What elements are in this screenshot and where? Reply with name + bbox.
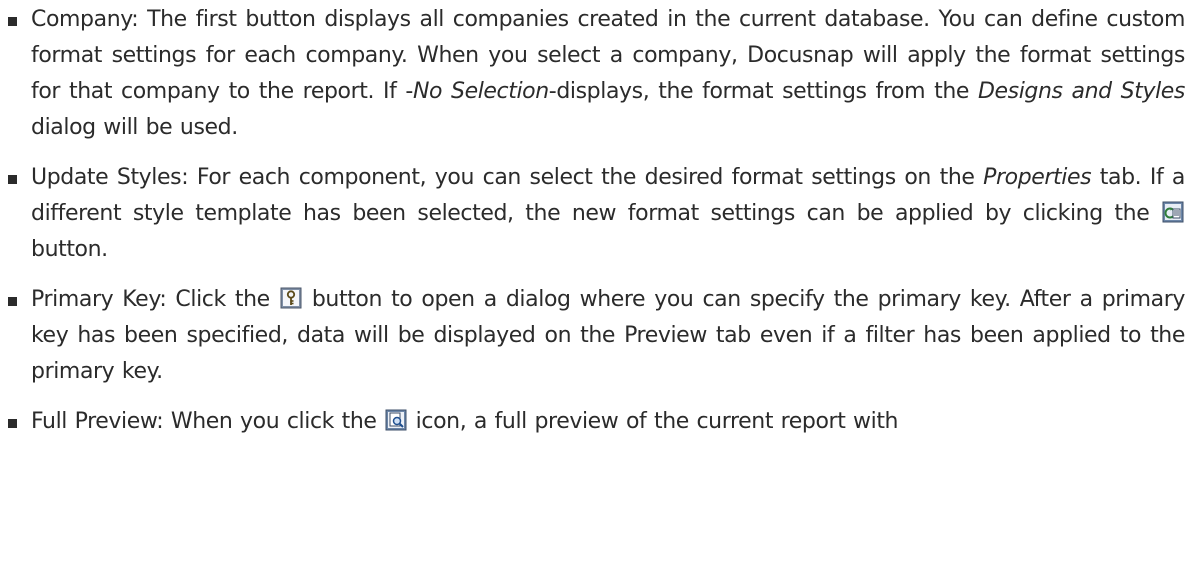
list-item-primary-key: Primary Key: Click the button to open a … [0,282,1185,390]
item-text: When you click the [170,409,385,434]
item-text: For each component, you can select the d… [196,165,984,190]
paragraph-primary-key: Primary Key: Click the button to open a … [31,282,1185,390]
paragraph-update-styles: Update Styles: For each component, you c… [31,160,1185,268]
paragraph-full-preview: Full Preview: When you click the icon, a… [31,404,1185,440]
document-page: Company: The first button displays all c… [0,0,1185,440]
item-label: Update Styles: [31,165,189,190]
primary-key-icon [280,287,302,309]
item-label: Full Preview: [31,409,164,434]
item-label: Company: [31,7,139,32]
paragraph-company: Company: The first button displays all c… [31,2,1185,146]
bullet-list: Company: The first button displays all c… [0,2,1185,440]
item-text: Click the [175,287,279,312]
item-text: -displays, the format settings from the [548,79,978,104]
emphasis-text: Properties [983,165,1092,190]
bullet-marker [8,175,17,184]
list-item-full-preview: Full Preview: When you click the icon, a… [0,404,1185,440]
item-label: Primary Key: [31,287,167,312]
list-item-company: Company: The first button displays all c… [0,2,1185,146]
item-text: dialog will be used. [31,115,238,140]
emphasis-text: Designs and Styles [977,79,1185,104]
full-preview-icon [385,409,407,431]
update-styles-icon [1162,201,1184,223]
item-text: button. [31,237,108,262]
bullet-marker [8,297,17,306]
list-item-update-styles: Update Styles: For each component, you c… [0,160,1185,268]
emphasis-text: No Selection [412,79,549,104]
item-text: icon, a full preview of the current repo… [408,409,899,434]
bullet-marker [8,419,17,428]
bullet-marker [8,17,17,26]
